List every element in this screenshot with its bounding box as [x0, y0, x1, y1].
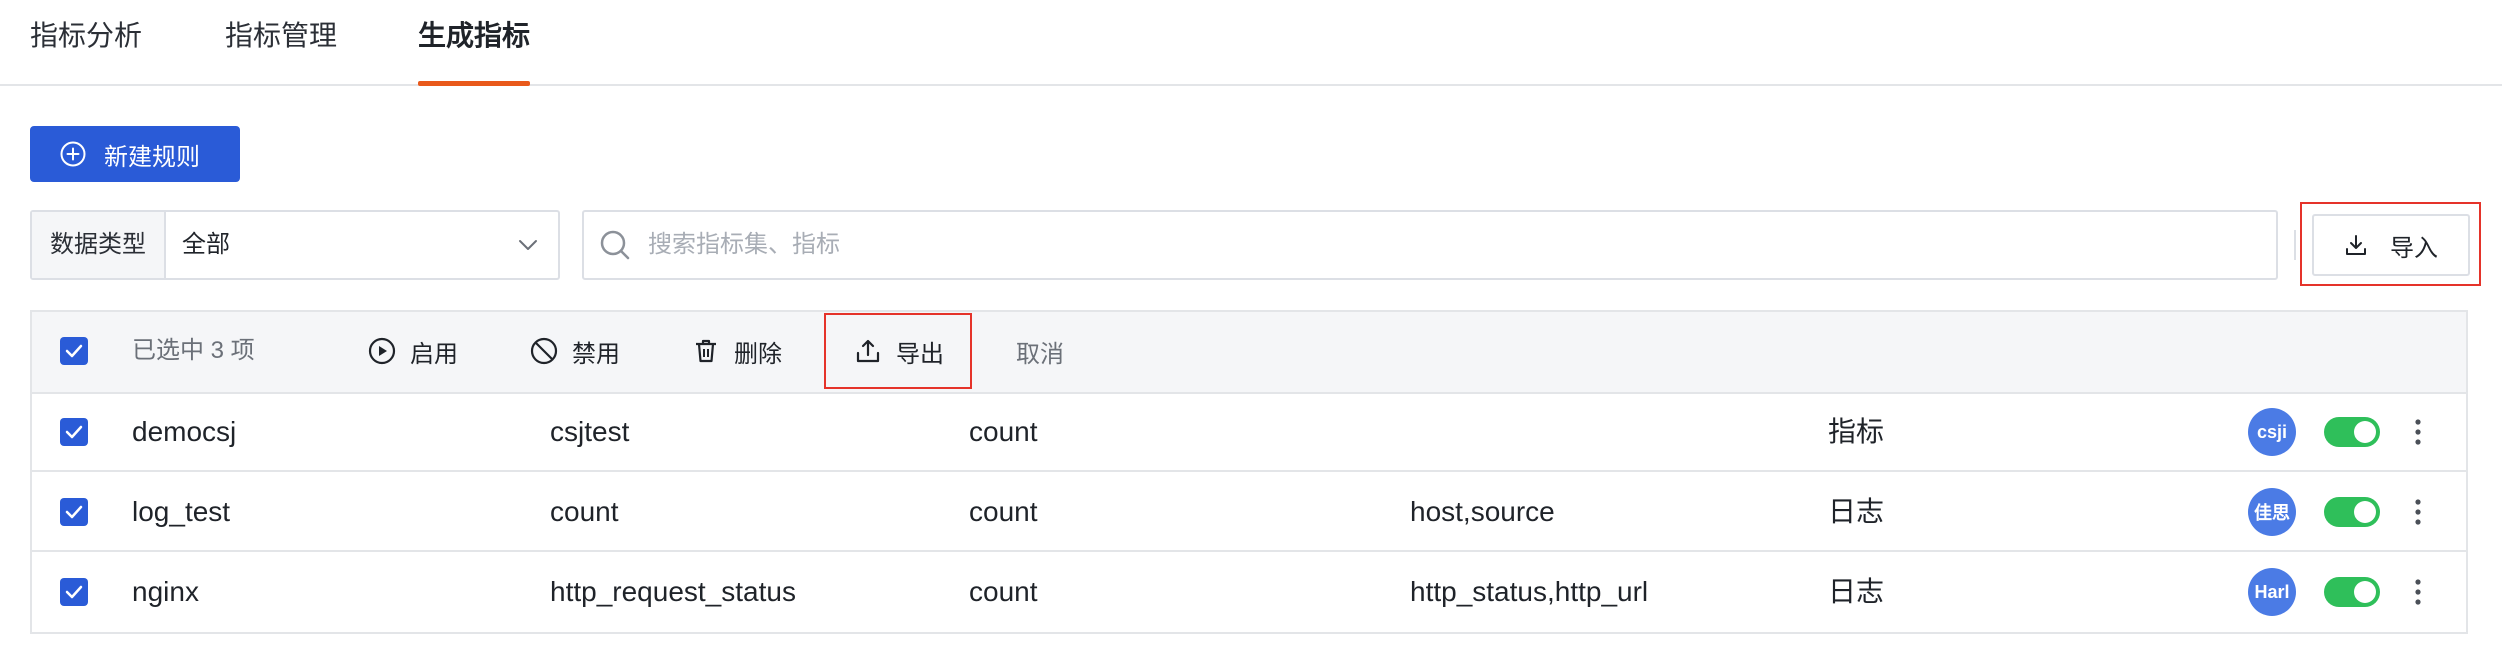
rule-measurement: csjtest [550, 416, 630, 447]
disable-button[interactable]: 禁用 [530, 312, 620, 390]
tab-metric-management[interactable]: 指标管理 [225, 0, 337, 84]
rule-name[interactable]: log_test [132, 472, 230, 552]
play-circle-icon [368, 337, 396, 365]
rule-group-by: host,source [1410, 496, 1555, 527]
more-options-icon[interactable] [2406, 412, 2430, 452]
batch-toolbar: 已选中 3 项 启用 禁用 删除 导出 取消 [32, 312, 2466, 394]
divider [2294, 230, 2296, 260]
export-label: 导出 [896, 340, 944, 368]
delete-button[interactable]: 删除 [692, 312, 782, 390]
rule-method: count [969, 576, 1038, 607]
plus-circle-icon [60, 141, 86, 167]
select-all-checkbox[interactable] [60, 337, 88, 365]
enable-button[interactable]: 启用 [368, 312, 458, 390]
table-row[interactable]: nginx http_request_status count http_sta… [32, 552, 2466, 632]
trash-icon [696, 339, 716, 363]
rule-type: 日志 [1828, 496, 1885, 527]
search-icon [600, 230, 630, 260]
disable-label: 禁用 [572, 340, 620, 368]
rule-name[interactable]: nginx [132, 552, 199, 632]
rules-table: 已选中 3 项 启用 禁用 删除 导出 取消 democsj csjtest c… [30, 310, 2468, 634]
data-type-value[interactable]: 全部 [166, 212, 498, 278]
row-checkbox[interactable] [60, 418, 88, 446]
import-label: 导入 [2390, 234, 2438, 262]
avatar: 佳思 [2248, 488, 2296, 536]
search-box[interactable] [582, 210, 2278, 280]
delete-label: 删除 [734, 340, 782, 368]
search-input[interactable] [646, 230, 2150, 260]
more-options-icon[interactable] [2406, 492, 2430, 532]
enable-toggle[interactable] [2324, 417, 2380, 447]
export-button[interactable]: 导出 [854, 312, 944, 390]
check-icon [65, 425, 83, 439]
new-rule-label: 新建规则 [104, 143, 200, 171]
avatar: csji [2248, 408, 2296, 456]
table-row[interactable]: democsj csjtest count 指标 csji [32, 392, 2466, 472]
avatar: Harl [2248, 568, 2296, 616]
table-row[interactable]: log_test count count host,source 日志 佳思 [32, 472, 2466, 552]
check-icon [65, 505, 83, 519]
tab-generate-metrics[interactable]: 生成指标 [418, 0, 531, 86]
download-icon [2346, 235, 2366, 255]
rule-method: count [969, 416, 1038, 447]
data-type-filter[interactable]: 数据类型 全部 [30, 210, 560, 280]
rule-type: 日志 [1828, 576, 1885, 607]
rule-type: 指标 [1828, 416, 1885, 447]
import-button[interactable]: 导入 [2312, 214, 2470, 276]
cancel-selection-button[interactable]: 取消 [1016, 312, 1064, 390]
enable-toggle[interactable] [2324, 577, 2380, 607]
enable-toggle[interactable] [2324, 497, 2380, 527]
enable-label: 启用 [410, 340, 458, 368]
rule-group-by: http_status,http_url [1410, 576, 1649, 607]
data-type-label: 数据类型 [32, 212, 166, 278]
selected-count: 已选中 3 项 [132, 337, 255, 364]
row-checkbox[interactable] [60, 578, 88, 606]
rule-method: count [969, 496, 1038, 527]
more-options-icon[interactable] [2406, 572, 2430, 612]
upload-icon [856, 339, 880, 363]
rule-name[interactable]: democsj [132, 392, 236, 472]
check-icon [65, 585, 83, 599]
check-icon [65, 344, 83, 358]
ban-icon [530, 337, 558, 365]
tab-metric-analysis[interactable]: 指标分析 [30, 0, 142, 84]
rule-measurement: count [550, 496, 619, 527]
chevron-down-icon [498, 212, 558, 278]
tab-bar: 指标分析 指标管理 生成指标 [0, 0, 2502, 86]
row-checkbox[interactable] [60, 498, 88, 526]
rule-measurement: http_request_status [550, 576, 796, 607]
new-rule-button[interactable]: 新建规则 [30, 126, 240, 182]
